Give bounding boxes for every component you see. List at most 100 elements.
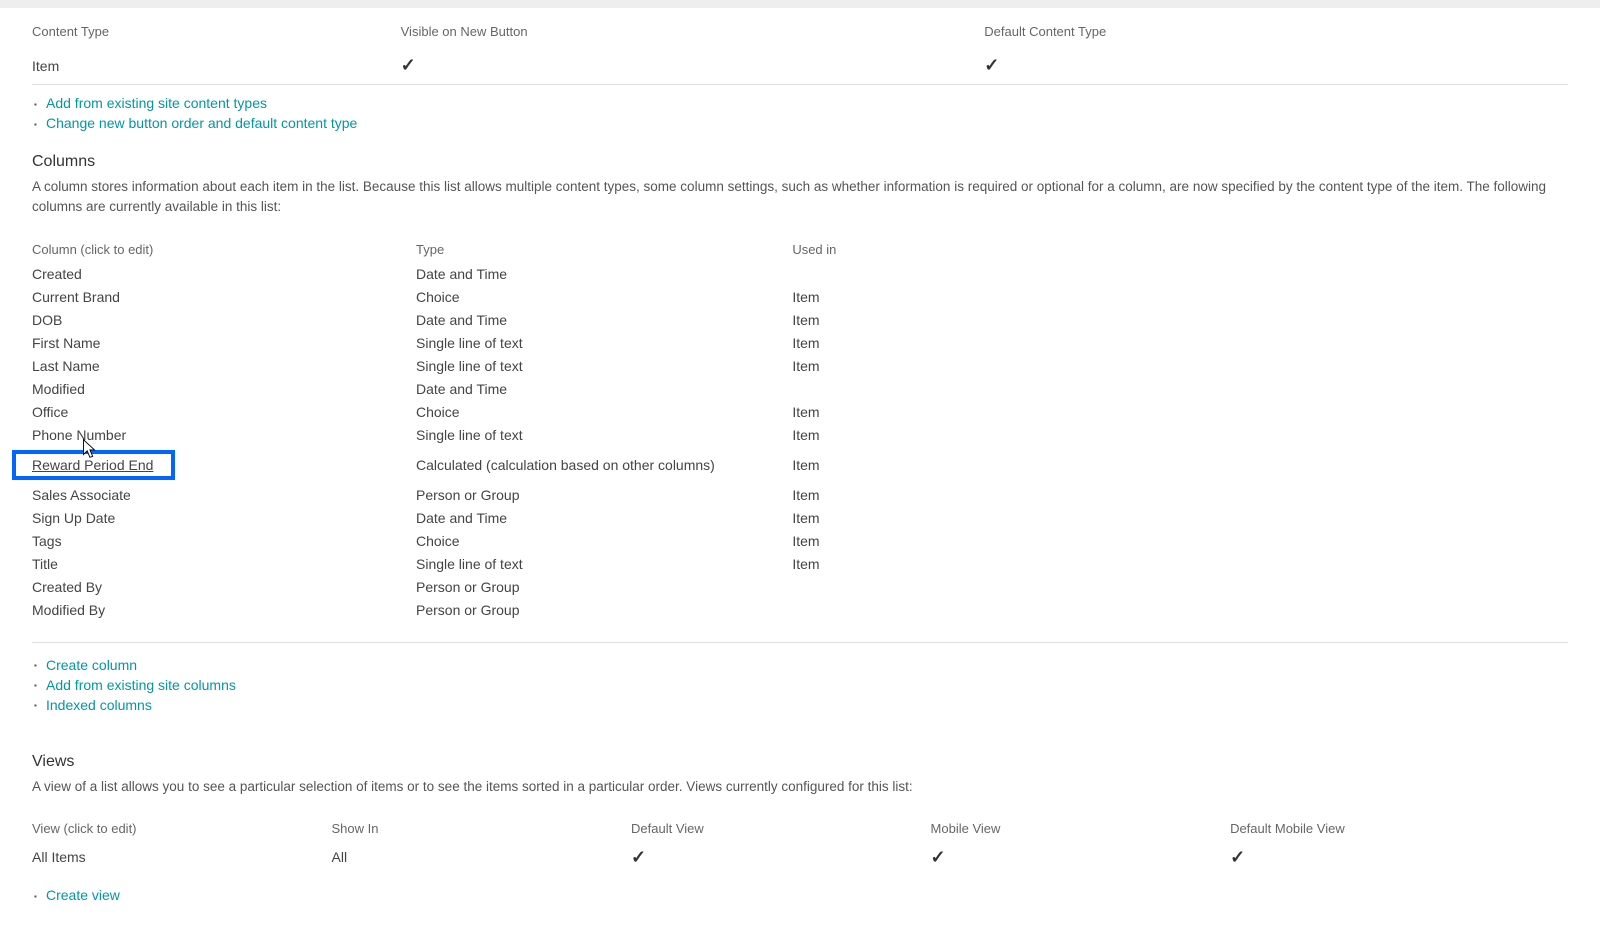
column-current-brand-link[interactable]: Current Brand [32,289,120,305]
add-existing-content-types-link[interactable]: Add from existing site content types [46,95,267,111]
column-usedin [792,263,1568,286]
ct-header-visible: Visible on New Button [401,16,985,47]
view-actions: Create view [32,887,1568,903]
top-bar [0,0,1600,8]
column-usedin: Item [792,507,1568,530]
create-view-link[interactable]: Create view [46,887,120,903]
column-row: Created By Person or Group [32,576,1568,599]
column-usedin: Item [792,553,1568,576]
column-usedin: Item [792,355,1568,378]
ct-header-default: Default Content Type [984,16,1568,47]
column-usedin: Item [792,447,1568,484]
column-tags-link[interactable]: Tags [32,533,62,549]
views-description: A view of a list allows you to see a par… [32,777,1568,797]
highlight-box: Reward Period End [12,450,175,480]
column-row: Tags Choice Item [32,530,1568,553]
column-type: Date and Time [416,378,792,401]
column-row: Current Brand Choice Item [32,286,1568,309]
column-type: Choice [416,401,792,424]
views-header-default: Default View [631,815,931,842]
column-usedin: Item [792,484,1568,507]
content-type-row: Item ✓ ✓ [32,47,1568,85]
column-type: Calculated (calculation based on other c… [416,447,792,484]
column-row: First Name Single line of text Item [32,332,1568,355]
column-type: Choice [416,530,792,553]
column-dob-link[interactable]: DOB [32,312,62,328]
column-row: DOB Date and Time Item [32,309,1568,332]
columns-header-row: Column (click to edit) Type Used in [32,236,1568,263]
columns-header-name: Column (click to edit) [32,236,416,263]
page-container: Content Type Visible on New Button Defau… [0,8,1600,927]
column-usedin: Item [792,309,1568,332]
content-types-header-row: Content Type Visible on New Button Defau… [32,16,1568,47]
column-modified-link[interactable]: Modified [32,381,85,397]
add-existing-columns-link[interactable]: Add from existing site columns [46,677,236,693]
column-row: Sales Associate Person or Group Item [32,484,1568,507]
column-usedin [792,576,1568,599]
column-sales-associate-link[interactable]: Sales Associate [32,487,131,503]
column-usedin: Item [792,286,1568,309]
view-showin: All [332,842,632,873]
column-reward-period-end-link[interactable]: Reward Period End [32,457,153,473]
column-row: Modified Date and Time [32,378,1568,401]
content-type-item-link[interactable]: Item [32,58,59,74]
column-type: Date and Time [416,507,792,530]
create-column-link[interactable]: Create column [46,657,137,673]
change-button-order-link[interactable]: Change new button order and default cont… [46,115,357,131]
column-type: Single line of text [416,355,792,378]
column-row-highlighted: Reward Period End Calculated (calculatio… [32,447,1568,484]
column-type: Single line of text [416,332,792,355]
column-row: Sign Up Date Date and Time Item [32,507,1568,530]
check-icon: ✓ [631,847,646,867]
view-row: All Items All ✓ ✓ ✓ [32,842,1568,873]
column-usedin [792,378,1568,401]
views-header-row: View (click to edit) Show In Default Vie… [32,815,1568,842]
column-actions: Create column Add from existing site col… [32,657,1568,713]
check-icon: ✓ [931,847,946,867]
views-header-view: View (click to edit) [32,815,332,842]
column-title-link[interactable]: Title [32,556,58,572]
columns-heading: Columns [32,153,1568,171]
column-row: Created Date and Time [32,263,1568,286]
indexed-columns-link[interactable]: Indexed columns [46,697,152,713]
column-row: Modified By Person or Group [32,599,1568,622]
views-header-showin: Show In [332,815,632,842]
column-row: Phone Number Single line of text Item [32,424,1568,447]
column-type: Person or Group [416,576,792,599]
column-type: Choice [416,286,792,309]
check-icon: ✓ [1230,847,1245,867]
check-icon: ✓ [984,55,999,75]
column-usedin: Item [792,332,1568,355]
column-created-by-link[interactable]: Created By [32,579,102,595]
column-usedin: Item [792,401,1568,424]
column-first-name-link[interactable]: First Name [32,335,100,351]
column-type: Person or Group [416,484,792,507]
views-table: View (click to edit) Show In Default Vie… [32,815,1568,873]
content-types-table: Content Type Visible on New Button Defau… [32,16,1568,85]
column-last-name-link[interactable]: Last Name [32,358,100,374]
column-usedin: Item [792,530,1568,553]
column-sign-up-date-link[interactable]: Sign Up Date [32,510,115,526]
views-heading: Views [32,753,1568,771]
divider [32,642,1568,643]
columns-description: A column stores information about each i… [32,177,1568,218]
column-row: Last Name Single line of text Item [32,355,1568,378]
columns-header-type: Type [416,236,792,263]
content-type-actions: Add from existing site content types Cha… [32,95,1568,131]
column-type: Single line of text [416,553,792,576]
column-usedin [792,599,1568,622]
column-modified-by-link[interactable]: Modified By [32,602,105,618]
column-usedin: Item [792,424,1568,447]
column-type: Single line of text [416,424,792,447]
columns-header-usedin: Used in [792,236,1568,263]
view-all-items-link[interactable]: All Items [32,849,86,865]
column-type: Date and Time [416,263,792,286]
column-type: Person or Group [416,599,792,622]
column-row: Office Choice Item [32,401,1568,424]
views-header-defaultmobile: Default Mobile View [1230,815,1568,842]
ct-header-name: Content Type [32,16,401,47]
column-office-link[interactable]: Office [32,404,68,420]
check-icon: ✓ [401,55,416,75]
column-phone-number-link[interactable]: Phone Number [32,427,126,443]
column-created-link[interactable]: Created [32,266,82,282]
